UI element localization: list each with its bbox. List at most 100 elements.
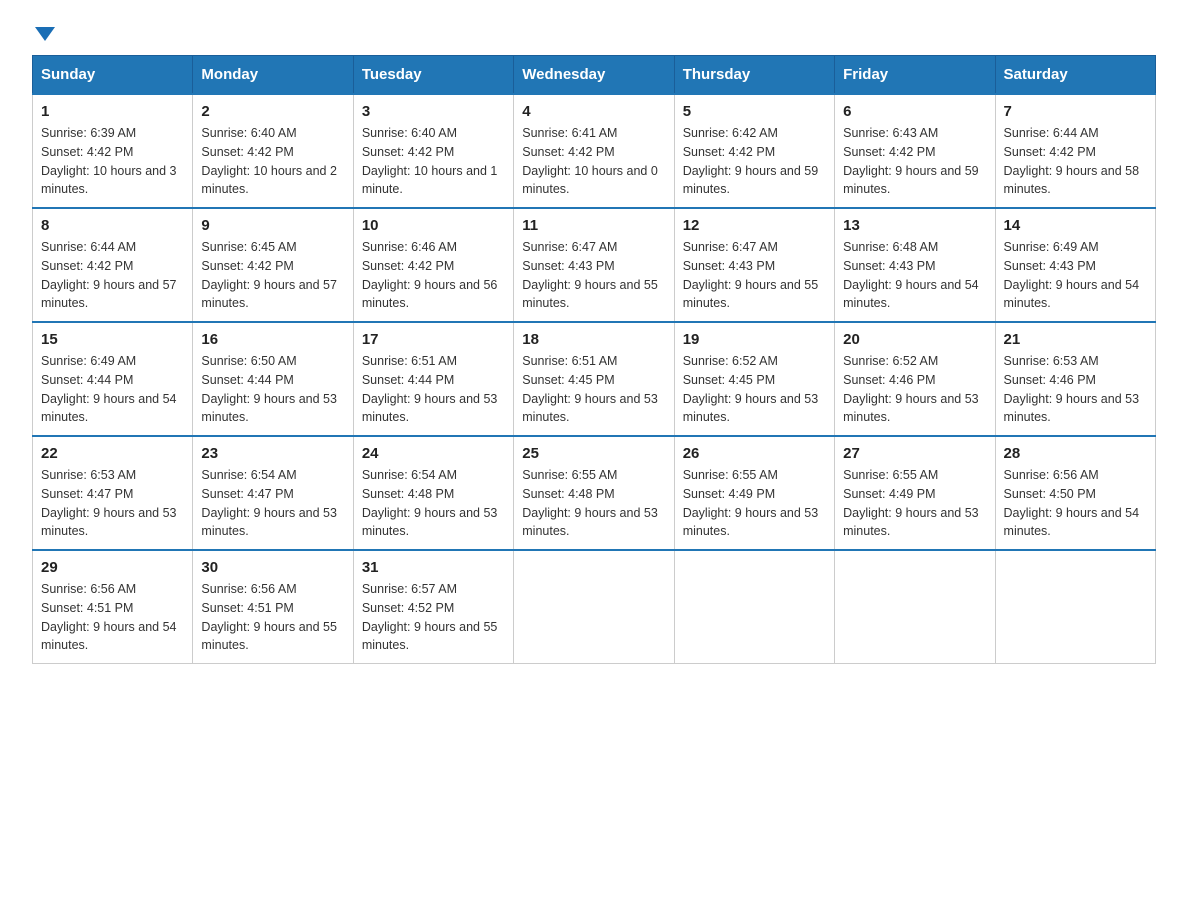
day-number: 5 xyxy=(683,103,826,120)
day-info: Sunrise: 6:51 AMSunset: 4:44 PMDaylight:… xyxy=(362,354,498,424)
calendar-cell: 12 Sunrise: 6:47 AMSunset: 4:43 PMDaylig… xyxy=(674,208,834,322)
day-number: 15 xyxy=(41,331,184,348)
day-number: 28 xyxy=(1004,445,1147,462)
calendar-cell: 24 Sunrise: 6:54 AMSunset: 4:48 PMDaylig… xyxy=(353,436,513,550)
day-info: Sunrise: 6:55 AMSunset: 4:49 PMDaylight:… xyxy=(843,468,979,538)
day-info: Sunrise: 6:54 AMSunset: 4:47 PMDaylight:… xyxy=(201,468,337,538)
calendar-cell: 1 Sunrise: 6:39 AMSunset: 4:42 PMDayligh… xyxy=(33,94,193,208)
calendar-cell: 10 Sunrise: 6:46 AMSunset: 4:42 PMDaylig… xyxy=(353,208,513,322)
calendar-cell xyxy=(514,550,674,664)
day-info: Sunrise: 6:57 AMSunset: 4:52 PMDaylight:… xyxy=(362,582,498,652)
day-info: Sunrise: 6:39 AMSunset: 4:42 PMDaylight:… xyxy=(41,126,177,196)
calendar-cell: 31 Sunrise: 6:57 AMSunset: 4:52 PMDaylig… xyxy=(353,550,513,664)
calendar-week-row: 22 Sunrise: 6:53 AMSunset: 4:47 PMDaylig… xyxy=(33,436,1156,550)
day-number: 8 xyxy=(41,217,184,234)
day-info: Sunrise: 6:55 AMSunset: 4:48 PMDaylight:… xyxy=(522,468,658,538)
day-info: Sunrise: 6:50 AMSunset: 4:44 PMDaylight:… xyxy=(201,354,337,424)
calendar-cell: 21 Sunrise: 6:53 AMSunset: 4:46 PMDaylig… xyxy=(995,322,1155,436)
day-number: 4 xyxy=(522,103,665,120)
day-info: Sunrise: 6:51 AMSunset: 4:45 PMDaylight:… xyxy=(522,354,658,424)
day-number: 31 xyxy=(362,559,505,576)
day-number: 6 xyxy=(843,103,986,120)
day-info: Sunrise: 6:40 AMSunset: 4:42 PMDaylight:… xyxy=(362,126,498,196)
calendar-cell: 13 Sunrise: 6:48 AMSunset: 4:43 PMDaylig… xyxy=(835,208,995,322)
day-number: 29 xyxy=(41,559,184,576)
day-number: 25 xyxy=(522,445,665,462)
day-number: 24 xyxy=(362,445,505,462)
day-info: Sunrise: 6:45 AMSunset: 4:42 PMDaylight:… xyxy=(201,240,337,310)
day-info: Sunrise: 6:52 AMSunset: 4:45 PMDaylight:… xyxy=(683,354,819,424)
calendar-cell: 18 Sunrise: 6:51 AMSunset: 4:45 PMDaylig… xyxy=(514,322,674,436)
day-number: 12 xyxy=(683,217,826,234)
day-info: Sunrise: 6:53 AMSunset: 4:47 PMDaylight:… xyxy=(41,468,177,538)
day-number: 3 xyxy=(362,103,505,120)
calendar-cell: 4 Sunrise: 6:41 AMSunset: 4:42 PMDayligh… xyxy=(514,94,674,208)
day-info: Sunrise: 6:49 AMSunset: 4:44 PMDaylight:… xyxy=(41,354,177,424)
logo xyxy=(32,24,55,39)
day-number: 13 xyxy=(843,217,986,234)
calendar-cell: 17 Sunrise: 6:51 AMSunset: 4:44 PMDaylig… xyxy=(353,322,513,436)
day-info: Sunrise: 6:48 AMSunset: 4:43 PMDaylight:… xyxy=(843,240,979,310)
day-number: 26 xyxy=(683,445,826,462)
calendar-week-row: 29 Sunrise: 6:56 AMSunset: 4:51 PMDaylig… xyxy=(33,550,1156,664)
day-info: Sunrise: 6:40 AMSunset: 4:42 PMDaylight:… xyxy=(201,126,337,196)
day-info: Sunrise: 6:49 AMSunset: 4:43 PMDaylight:… xyxy=(1004,240,1140,310)
day-number: 20 xyxy=(843,331,986,348)
day-number: 16 xyxy=(201,331,344,348)
calendar-cell: 26 Sunrise: 6:55 AMSunset: 4:49 PMDaylig… xyxy=(674,436,834,550)
day-info: Sunrise: 6:43 AMSunset: 4:42 PMDaylight:… xyxy=(843,126,979,196)
day-number: 14 xyxy=(1004,217,1147,234)
calendar-cell: 23 Sunrise: 6:54 AMSunset: 4:47 PMDaylig… xyxy=(193,436,353,550)
calendar-cell: 3 Sunrise: 6:40 AMSunset: 4:42 PMDayligh… xyxy=(353,94,513,208)
calendar-table: SundayMondayTuesdayWednesdayThursdayFrid… xyxy=(32,55,1156,664)
weekday-header-saturday: Saturday xyxy=(995,56,1155,95)
day-info: Sunrise: 6:46 AMSunset: 4:42 PMDaylight:… xyxy=(362,240,498,310)
day-info: Sunrise: 6:44 AMSunset: 4:42 PMDaylight:… xyxy=(1004,126,1140,196)
day-info: Sunrise: 6:55 AMSunset: 4:49 PMDaylight:… xyxy=(683,468,819,538)
calendar-cell: 25 Sunrise: 6:55 AMSunset: 4:48 PMDaylig… xyxy=(514,436,674,550)
calendar-cell: 29 Sunrise: 6:56 AMSunset: 4:51 PMDaylig… xyxy=(33,550,193,664)
day-number: 22 xyxy=(41,445,184,462)
day-info: Sunrise: 6:47 AMSunset: 4:43 PMDaylight:… xyxy=(522,240,658,310)
calendar-cell: 19 Sunrise: 6:52 AMSunset: 4:45 PMDaylig… xyxy=(674,322,834,436)
day-info: Sunrise: 6:42 AMSunset: 4:42 PMDaylight:… xyxy=(683,126,819,196)
day-info: Sunrise: 6:54 AMSunset: 4:48 PMDaylight:… xyxy=(362,468,498,538)
day-number: 11 xyxy=(522,217,665,234)
calendar-week-row: 15 Sunrise: 6:49 AMSunset: 4:44 PMDaylig… xyxy=(33,322,1156,436)
day-info: Sunrise: 6:56 AMSunset: 4:51 PMDaylight:… xyxy=(201,582,337,652)
calendar-cell: 15 Sunrise: 6:49 AMSunset: 4:44 PMDaylig… xyxy=(33,322,193,436)
calendar-cell: 20 Sunrise: 6:52 AMSunset: 4:46 PMDaylig… xyxy=(835,322,995,436)
day-info: Sunrise: 6:53 AMSunset: 4:46 PMDaylight:… xyxy=(1004,354,1140,424)
day-info: Sunrise: 6:52 AMSunset: 4:46 PMDaylight:… xyxy=(843,354,979,424)
weekday-header-thursday: Thursday xyxy=(674,56,834,95)
calendar-cell xyxy=(995,550,1155,664)
calendar-cell: 2 Sunrise: 6:40 AMSunset: 4:42 PMDayligh… xyxy=(193,94,353,208)
day-info: Sunrise: 6:44 AMSunset: 4:42 PMDaylight:… xyxy=(41,240,177,310)
day-number: 18 xyxy=(522,331,665,348)
calendar-cell: 5 Sunrise: 6:42 AMSunset: 4:42 PMDayligh… xyxy=(674,94,834,208)
calendar-cell: 14 Sunrise: 6:49 AMSunset: 4:43 PMDaylig… xyxy=(995,208,1155,322)
day-number: 2 xyxy=(201,103,344,120)
calendar-cell: 7 Sunrise: 6:44 AMSunset: 4:42 PMDayligh… xyxy=(995,94,1155,208)
day-info: Sunrise: 6:56 AMSunset: 4:51 PMDaylight:… xyxy=(41,582,177,652)
calendar-cell: 16 Sunrise: 6:50 AMSunset: 4:44 PMDaylig… xyxy=(193,322,353,436)
calendar-cell: 28 Sunrise: 6:56 AMSunset: 4:50 PMDaylig… xyxy=(995,436,1155,550)
day-info: Sunrise: 6:56 AMSunset: 4:50 PMDaylight:… xyxy=(1004,468,1140,538)
weekday-header-monday: Monday xyxy=(193,56,353,95)
weekday-header-row: SundayMondayTuesdayWednesdayThursdayFrid… xyxy=(33,56,1156,95)
calendar-cell xyxy=(835,550,995,664)
day-number: 27 xyxy=(843,445,986,462)
day-number: 10 xyxy=(362,217,505,234)
day-number: 17 xyxy=(362,331,505,348)
weekday-header-wednesday: Wednesday xyxy=(514,56,674,95)
day-number: 21 xyxy=(1004,331,1147,348)
day-info: Sunrise: 6:47 AMSunset: 4:43 PMDaylight:… xyxy=(683,240,819,310)
day-number: 30 xyxy=(201,559,344,576)
day-info: Sunrise: 6:41 AMSunset: 4:42 PMDaylight:… xyxy=(522,126,658,196)
calendar-cell: 8 Sunrise: 6:44 AMSunset: 4:42 PMDayligh… xyxy=(33,208,193,322)
day-number: 1 xyxy=(41,103,184,120)
day-number: 19 xyxy=(683,331,826,348)
weekday-header-friday: Friday xyxy=(835,56,995,95)
calendar-week-row: 8 Sunrise: 6:44 AMSunset: 4:42 PMDayligh… xyxy=(33,208,1156,322)
logo-arrow-icon xyxy=(35,27,55,41)
